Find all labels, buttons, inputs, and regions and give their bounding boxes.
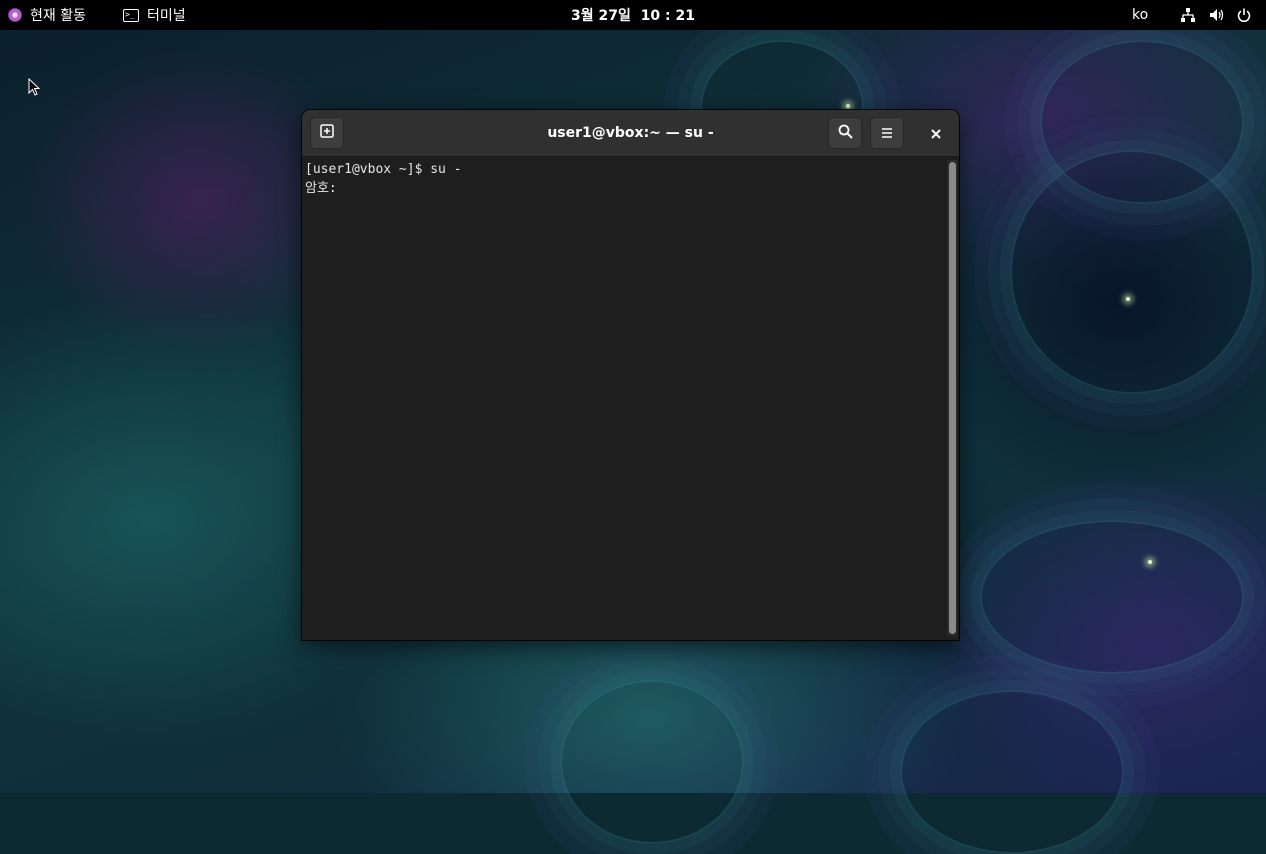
search-icon [838, 124, 853, 143]
terminal-scrollbar[interactable] [947, 160, 957, 636]
close-button[interactable] [924, 121, 948, 145]
close-icon [931, 124, 941, 143]
power-icon [1236, 7, 1252, 23]
search-button[interactable] [828, 117, 862, 149]
system-menu[interactable] [1180, 0, 1252, 30]
mouse-pointer-icon [28, 77, 41, 100]
app-menu-button[interactable]: >_ 터미널 [123, 0, 186, 30]
new-tab-button[interactable] [310, 117, 344, 149]
volume-icon [1208, 7, 1224, 23]
wallpaper-star [1148, 560, 1152, 564]
terminal-output[interactable]: [user1@vbox ~]$ su - 암호: [302, 157, 959, 640]
network-icon [1180, 7, 1196, 23]
terminal-line: [user1@vbox ~]$ su - [305, 162, 462, 177]
wallpaper-swirl [1040, 40, 1244, 204]
wallpaper-star [1126, 297, 1130, 301]
scrollbar-thumb[interactable] [949, 162, 956, 634]
input-language-indicator[interactable]: ko [1132, 0, 1148, 30]
clock: 3월 27일 10 : 21 [0, 0, 1266, 30]
activities-icon [8, 8, 22, 22]
language-label: ko [1132, 7, 1149, 23]
terminal-app-icon: >_ [123, 8, 139, 22]
clock-label[interactable]: 3월 27일 10 : 21 [571, 5, 695, 25]
new-tab-icon [319, 123, 335, 143]
wallpaper-swirl [560, 680, 744, 844]
terminal-window[interactable]: user1@vbox:~ — su - [user1@vbox ~]$ su -… [302, 110, 959, 640]
main-menu-button[interactable] [870, 117, 904, 149]
wallpaper-star [846, 104, 850, 108]
top-bar: 현재 활동 >_ 터미널 3월 27일 10 : 21 ko [0, 0, 1266, 30]
terminal-headerbar[interactable]: user1@vbox:~ — su - [302, 110, 959, 157]
terminal-line: 암호: [305, 181, 337, 196]
app-menu-label: 터미널 [147, 8, 186, 24]
hamburger-menu-icon [880, 124, 894, 143]
activities-button[interactable]: 현재 활동 [8, 0, 86, 30]
wallpaper-swirl [980, 520, 1244, 674]
wallpaper-swirl [900, 690, 1124, 854]
activities-label: 현재 활동 [30, 8, 86, 24]
